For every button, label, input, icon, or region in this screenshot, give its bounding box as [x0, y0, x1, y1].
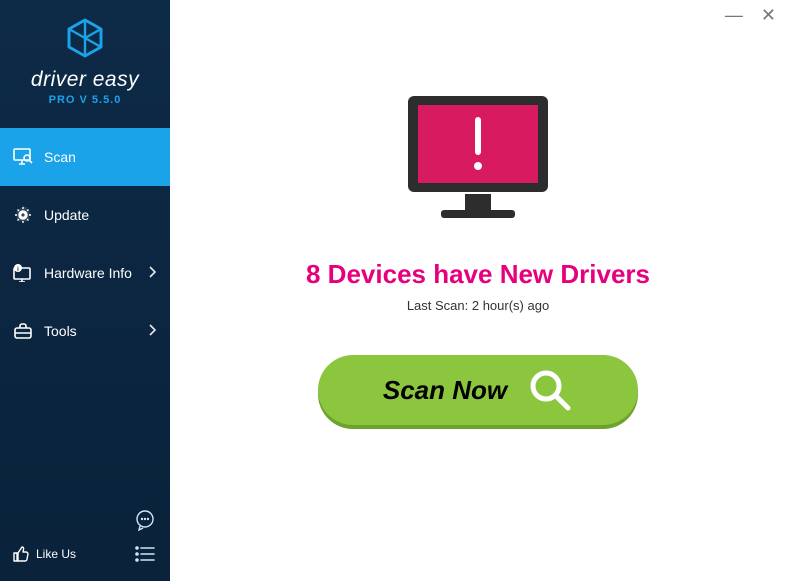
chevron-right-icon	[148, 323, 156, 339]
sidebar-bottom: Like Us	[0, 497, 170, 581]
menu-list-icon[interactable]	[132, 541, 158, 567]
like-us-label: Like Us	[36, 547, 76, 561]
main-panel: ― ✕ 8 Devices have New Drivers Last Scan…	[170, 0, 786, 581]
feedback-chat-icon[interactable]	[132, 507, 158, 533]
sidebar: driver easy PRO V 5.5.0 Scan Update i	[0, 0, 170, 581]
main-content: 8 Devices have New Drivers Last Scan: 2 …	[170, 0, 786, 425]
sidebar-nav: Scan Update i Hardware Info	[0, 128, 170, 360]
scan-now-label: Scan Now	[383, 375, 507, 406]
sidebar-bottom-row-2: Like Us	[12, 541, 158, 567]
info-device-icon: i	[12, 264, 34, 282]
window-controls: ― ✕	[725, 6, 776, 24]
sidebar-item-hardware-info[interactable]: i Hardware Info	[0, 244, 170, 302]
alert-monitor-illustration	[393, 90, 563, 235]
sidebar-item-update[interactable]: Update	[0, 186, 170, 244]
magnifier-icon	[527, 367, 573, 413]
last-scan-text: Last Scan: 2 hour(s) ago	[407, 298, 549, 313]
sidebar-item-tools[interactable]: Tools	[0, 302, 170, 360]
brand-version: PRO V 5.5.0	[0, 94, 170, 106]
sidebar-item-label: Update	[44, 207, 89, 223]
sidebar-item-label: Hardware Info	[44, 265, 132, 281]
toolbox-icon	[12, 322, 34, 340]
sidebar-item-scan[interactable]: Scan	[0, 128, 170, 186]
scan-now-button[interactable]: Scan Now	[318, 355, 638, 425]
gear-icon	[12, 205, 34, 225]
thumbs-up-icon	[12, 545, 30, 563]
brand-logo-icon	[61, 16, 109, 64]
app-window: driver easy PRO V 5.5.0 Scan Update i	[0, 0, 786, 581]
close-button[interactable]: ✕	[761, 6, 776, 24]
scan-monitor-icon	[12, 148, 34, 166]
sidebar-item-label: Scan	[44, 149, 76, 165]
sidebar-item-label: Tools	[44, 323, 77, 339]
brand-block: driver easy PRO V 5.5.0	[0, 0, 170, 114]
like-us-button[interactable]: Like Us	[12, 545, 76, 563]
minimize-button[interactable]: ―	[725, 6, 743, 24]
brand-name: driver easy	[0, 68, 170, 92]
sidebar-bottom-row-1	[12, 507, 158, 533]
chevron-right-icon	[148, 265, 156, 281]
headline-text: 8 Devices have New Drivers	[306, 259, 650, 290]
